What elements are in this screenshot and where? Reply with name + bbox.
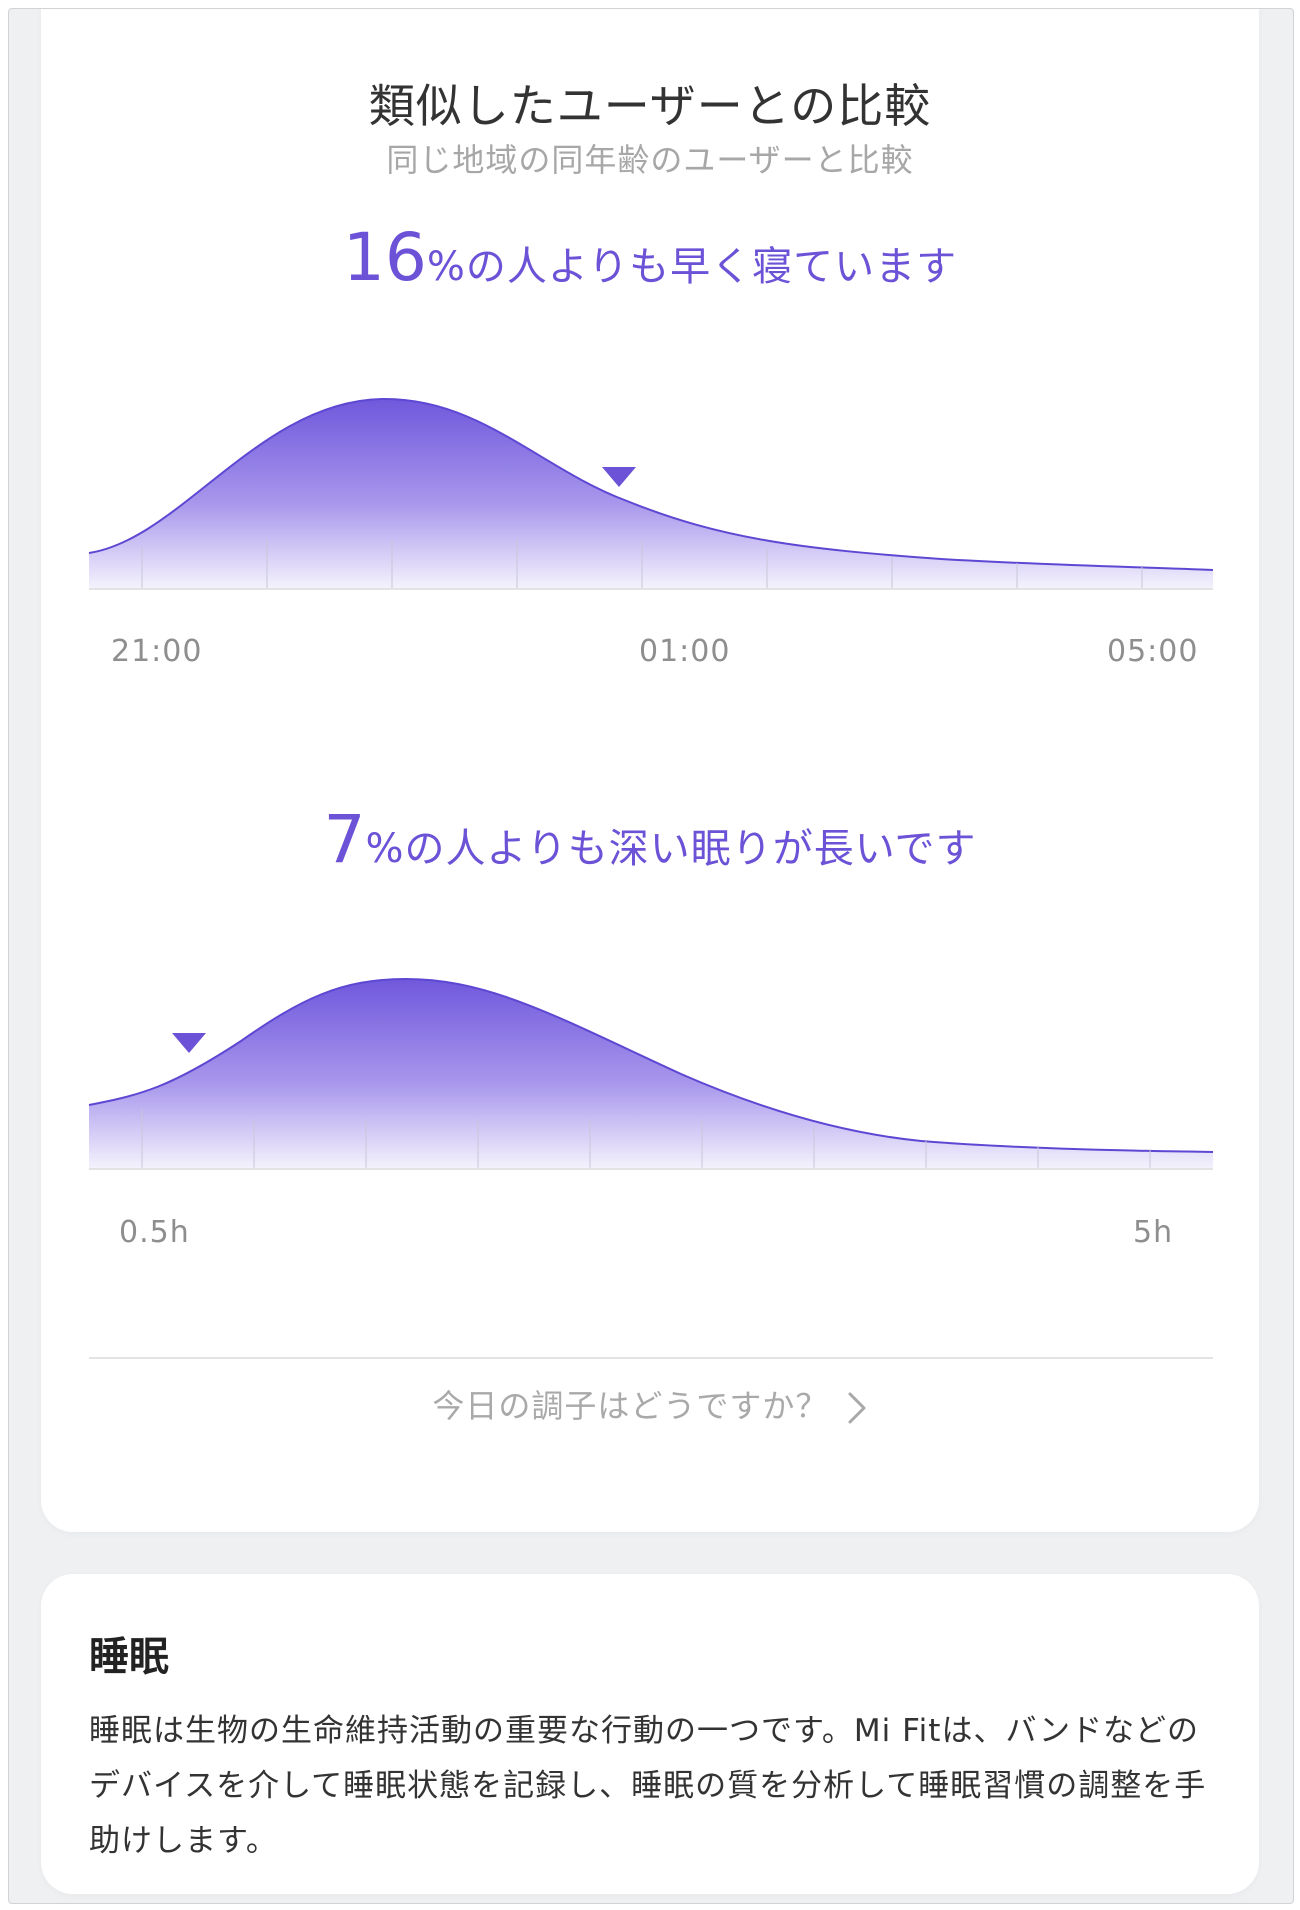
divider [89,1357,1213,1359]
bedtime-tick-label: 01:00 [639,634,731,669]
comparison-card: 類似したユーザーとの比較 同じ地域の同年齢のユーザーと比較 16%の人よりも早く… [41,9,1259,1532]
bedtime-headline: 16%の人よりも早く寝ています [41,219,1259,296]
comparison-title: 類似したユーザーとの比較 [368,79,932,133]
deep-sleep-percent: 7 [323,801,366,878]
app-frame: 類似したユーザーとの比較 同じ地域の同年齢のユーザーと比較 16%の人よりも早く… [8,8,1294,1904]
triangle-marker-icon [172,1033,206,1053]
deep-sleep-distribution-chart [88,977,1214,1170]
deep-sleep-tick-label: 5h [1133,1215,1174,1250]
deep-sleep-distribution-area [89,979,1213,1169]
triangle-marker-icon [602,467,636,487]
bedtime-distribution-chart [88,397,1214,590]
sleep-info-title: 睡眠 [89,1634,169,1680]
sleep-info-body: 睡眠は生物の生命維持活動の重要な行動の一つです。Mi Fitは、バンドなどのデバ… [89,1713,1207,1859]
sleep-info-card: 睡眠 睡眠は生物の生命維持活動の重要な行動の一つです。Mi Fitは、バンドなど… [41,1574,1259,1894]
feeling-prompt-link[interactable]: 今日の調子はどうですか？ [41,1381,1259,1427]
comparison-subtitle: 同じ地域の同年齢のユーザーと比較 [386,141,914,179]
deep-sleep-text: %の人よりも深い眠りが長いです [365,826,977,872]
deep-sleep-headline: 7%の人よりも深い眠りが長いです [41,801,1259,878]
bedtime-text: %の人よりも早く寝ています [426,244,958,290]
deep-sleep-tick-label: 0.5h [119,1215,190,1250]
feeling-prompt-text: 今日の調子はどうですか？ [432,1387,829,1425]
bedtime-tick-label: 21:00 [111,634,203,669]
bedtime-tick-label: 05:00 [1107,634,1199,669]
chevron-right-icon [848,1392,866,1424]
bedtime-distribution-area [89,399,1213,589]
bedtime-percent: 16 [342,219,427,296]
